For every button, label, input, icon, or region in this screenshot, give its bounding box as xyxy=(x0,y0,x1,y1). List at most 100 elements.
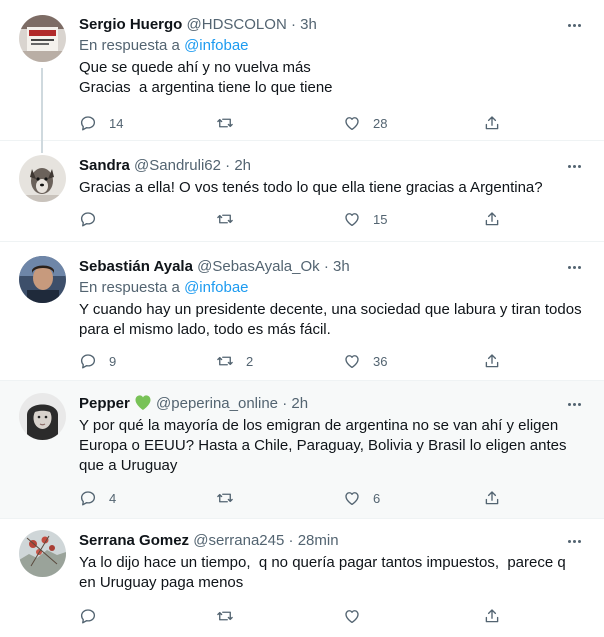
retweet-button[interactable] xyxy=(216,606,246,626)
display-name[interactable]: Sebastián Ayala xyxy=(79,258,193,275)
retweet-icon xyxy=(217,493,233,503)
retweet-icon xyxy=(217,611,233,621)
tweet[interactable]: Serrana Gomez @serrana245 · 28min Ya lo … xyxy=(0,519,604,637)
green-heart-icon xyxy=(135,395,151,410)
tweet-feed: Sergio Huergo @HDSCOLON · 3h En respuest… xyxy=(0,0,604,637)
user-handle[interactable]: @serrana245 xyxy=(193,532,284,549)
separator: · xyxy=(282,395,288,412)
share-icon xyxy=(485,609,499,623)
display-name[interactable]: Pepper xyxy=(79,395,130,412)
retweet-button[interactable] xyxy=(216,488,246,508)
separator: · xyxy=(290,16,296,33)
tweet-actions: 4 6 xyxy=(79,488,519,508)
tweet-text: Gracias a ella! O vos tenés todo lo que … xyxy=(79,179,543,196)
timestamp[interactable]: 28min xyxy=(298,532,339,549)
share-icon xyxy=(485,354,499,368)
avatar-image xyxy=(19,530,66,577)
display-name[interactable]: Sergio Huergo xyxy=(79,16,182,33)
avatar[interactable] xyxy=(19,256,66,303)
like-button[interactable] xyxy=(343,606,373,626)
user-handle[interactable]: @peperina_online xyxy=(156,395,278,412)
like-icon xyxy=(345,355,359,369)
reply-icon xyxy=(80,609,96,624)
tweet-text: Ya lo dijo hace un tiempo, q no quería p… xyxy=(79,554,570,591)
retweet-button[interactable] xyxy=(216,113,246,133)
reply-button[interactable]: 9 xyxy=(79,351,116,371)
thread-line xyxy=(41,141,43,153)
tweet-actions xyxy=(79,606,519,626)
retweet-icon xyxy=(217,118,233,128)
reply-context: En respuesta a @infobae xyxy=(79,36,586,56)
user-handle[interactable]: @SebasAyala_Ok xyxy=(197,258,320,275)
retweet-button[interactable]: 2 xyxy=(216,351,253,371)
avatar[interactable] xyxy=(19,15,66,62)
timestamp[interactable]: 3h xyxy=(333,258,350,275)
reply-button[interactable]: 14 xyxy=(79,113,123,133)
avatar-image xyxy=(19,15,66,62)
more-icon[interactable] xyxy=(562,156,586,176)
share-button[interactable] xyxy=(483,606,501,626)
reply-prefix: En respuesta a xyxy=(79,279,185,296)
reply-mention-link[interactable]: @infobae xyxy=(184,37,248,54)
avatar[interactable] xyxy=(19,155,66,202)
timestamp[interactable]: 2h xyxy=(291,395,308,412)
tweet[interactable]: Sergio Huergo @HDSCOLON · 3h En respuest… xyxy=(0,0,604,141)
avatar[interactable] xyxy=(19,393,66,440)
like-icon xyxy=(345,492,359,506)
like-button[interactable]: 15 xyxy=(343,209,387,229)
user-handle[interactable]: @HDSCOLON xyxy=(187,16,287,33)
more-icon[interactable] xyxy=(562,394,586,414)
user-handle[interactable]: @Sandruli62 xyxy=(134,157,221,174)
separator: · xyxy=(323,258,329,275)
tweet[interactable]: Sandra @Sandruli62 · 2h Gracias a ella! … xyxy=(0,141,604,242)
avatar-image xyxy=(19,155,66,202)
reply-mention-link[interactable]: @infobae xyxy=(184,279,248,296)
retweet-icon xyxy=(217,214,233,224)
reply-button[interactable]: 4 xyxy=(79,488,116,508)
reply-button[interactable] xyxy=(79,606,109,626)
tweet-header: Sergio Huergo @HDSCOLON · 3h xyxy=(79,15,586,35)
tweet-text: Y por qué la mayoría de los emigran de a… xyxy=(79,417,571,474)
tweet-header: Sebastián Ayala @SebasAyala_Ok · 3h xyxy=(79,257,586,277)
share-button[interactable] xyxy=(483,351,501,371)
like-button[interactable]: 6 xyxy=(343,488,380,508)
share-button[interactable] xyxy=(483,209,501,229)
reply-icon xyxy=(80,354,96,369)
reply-icon xyxy=(80,116,96,131)
tweet-text: Y cuando hay un presidente decente, una … xyxy=(79,301,586,338)
share-icon xyxy=(485,116,499,130)
reply-count: 9 xyxy=(109,353,117,369)
like-icon xyxy=(345,213,359,227)
avatar[interactable] xyxy=(19,530,66,577)
tweet[interactable]: Pepper @peperina_online · 2h Y por qué l… xyxy=(0,381,604,519)
display-name[interactable]: Serrana Gomez xyxy=(79,532,189,549)
timestamp[interactable]: 3h xyxy=(300,16,317,33)
share-button[interactable] xyxy=(483,113,501,133)
like-count: 6 xyxy=(373,490,381,506)
tweet-actions: 9 2 36 xyxy=(79,351,519,371)
more-icon[interactable] xyxy=(562,257,586,277)
more-icon[interactable] xyxy=(562,15,586,35)
share-button[interactable] xyxy=(483,488,501,508)
avatar-image xyxy=(19,393,66,440)
tweet[interactable]: Sebastián Ayala @SebasAyala_Ok · 3h En r… xyxy=(0,242,604,381)
more-icon[interactable] xyxy=(562,531,586,551)
share-icon xyxy=(485,491,499,505)
tweet-header: Sandra @Sandruli62 · 2h xyxy=(79,156,586,176)
like-icon xyxy=(345,117,359,131)
retweet-icon xyxy=(217,356,233,366)
reply-button[interactable] xyxy=(79,209,109,229)
like-button[interactable]: 36 xyxy=(343,351,387,371)
reply-icon xyxy=(80,491,96,506)
tweet-header: Pepper @peperina_online · 2h xyxy=(79,394,586,414)
like-button[interactable]: 28 xyxy=(343,113,387,133)
retweet-button[interactable] xyxy=(216,209,246,229)
avatar-image xyxy=(19,256,66,303)
reply-context: En respuesta a @infobae xyxy=(79,278,586,298)
display-name[interactable]: Sandra xyxy=(79,157,130,174)
thread-line xyxy=(41,68,43,141)
separator: · xyxy=(225,157,231,174)
timestamp[interactable]: 2h xyxy=(234,157,251,174)
reply-icon xyxy=(80,212,96,227)
like-count: 36 xyxy=(373,353,388,369)
